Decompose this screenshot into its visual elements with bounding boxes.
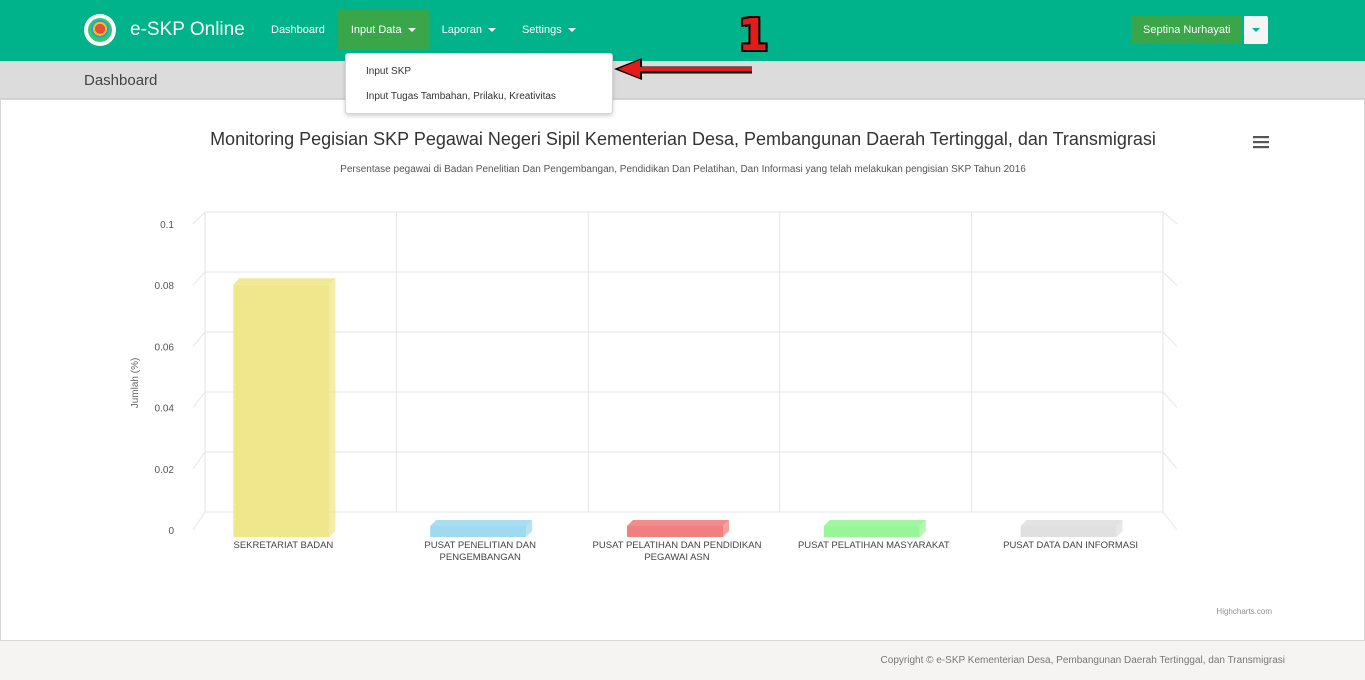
nav-dashboard-label: Dashboard <box>271 24 325 36</box>
app-logo <box>84 14 116 46</box>
caret-down-icon <box>487 28 496 33</box>
chart-title: Monitoring Pegisian SKP Pegawai Negeri S… <box>210 129 1156 149</box>
nav-input-data[interactable]: Input Data <box>337 10 429 50</box>
user-dropdown-toggle[interactable] <box>1244 16 1269 44</box>
bar-top <box>233 278 336 285</box>
y-axis-title: Jumlah (%) <box>130 358 141 409</box>
bar-top <box>627 520 729 526</box>
x-tick-label: PUSAT PELATIHAN DAN PENDIDIKAN <box>593 540 762 551</box>
bar-5[interactable] <box>1020 520 1123 537</box>
grid-line <box>192 211 206 225</box>
x-tick-label: SEKRETARIAT BADAN <box>234 540 334 551</box>
x-tick-label: PENGEMBANGAN <box>440 552 521 563</box>
bar-front <box>627 526 723 537</box>
y-tick-label: 0.04 <box>155 404 175 415</box>
grid-line <box>192 391 206 408</box>
grid-line <box>1162 271 1178 286</box>
bar-front <box>430 526 527 537</box>
input-data-dropdown-menu: Input SKP Input Tugas Tambahan, Prilaku,… <box>345 53 613 114</box>
nav-settings-label: Settings <box>521 24 562 36</box>
grid-line <box>1162 331 1178 347</box>
grid-line <box>192 511 206 531</box>
caret-down-icon <box>567 28 576 33</box>
top-navbar: e-SKP Online Dashboard Input Data Lapora… <box>0 0 1365 61</box>
nav-laporan-label: Laporan <box>441 24 482 36</box>
bar-top <box>1020 520 1123 526</box>
y-tick-label: 0.02 <box>155 465 175 476</box>
annotation-arrow-icon <box>614 58 752 80</box>
user-menu: Septina Nurhayati <box>1131 16 1269 44</box>
chart-menu-icon[interactable] <box>1253 136 1269 149</box>
menu-item-input-skp[interactable]: Input SKP <box>366 66 411 77</box>
grid-line <box>1162 391 1178 408</box>
chart-subtitle: Persentase pegawai di Badan Penelitian D… <box>340 164 1026 175</box>
bar-3[interactable] <box>627 520 729 537</box>
bar-1[interactable] <box>233 278 336 537</box>
nav-settings[interactable]: Settings <box>509 10 589 50</box>
grid-line <box>192 331 206 347</box>
y-tick-label: 0.1 <box>160 220 174 231</box>
grid-line <box>192 451 206 470</box>
bar-chart: 0 0.02 0.04 0.06 0.08 0.1 SEKRETARIAT BADAN PUS… <box>130 129 1272 616</box>
main-nav: Dashboard Input Data Laporan Settings <box>258 10 589 50</box>
nav-dashboard[interactable]: Dashboard <box>258 10 338 50</box>
bar-front <box>1020 526 1117 537</box>
chart-credits[interactable]: Highcharts.com <box>1216 607 1272 616</box>
grid-line <box>1162 511 1178 531</box>
bar-2[interactable] <box>430 520 533 537</box>
page-title: Dashboard <box>84 72 158 89</box>
nav-input-data-label: Input Data <box>350 24 402 36</box>
grid-line <box>1162 211 1178 225</box>
bar-front <box>233 284 330 537</box>
bar-front <box>823 526 920 537</box>
bar-side <box>329 278 336 537</box>
y-tick-label: 0.08 <box>155 281 175 292</box>
footer-copyright: Copyright © e-SKP Kementerian Desa, Pemb… <box>880 655 1285 666</box>
bar-top <box>430 520 533 526</box>
x-tick-label: PUSAT PENELITIAN DAN <box>424 540 536 551</box>
grid-line <box>1162 451 1178 470</box>
nav-laporan[interactable]: Laporan <box>429 10 509 50</box>
bar-top <box>823 520 926 526</box>
brand-title: e-SKP Online <box>130 19 245 40</box>
annotation-number: 1 <box>738 10 769 61</box>
x-tick-label: PUSAT DATA DAN INFORMASI <box>1003 540 1138 551</box>
bar-4[interactable] <box>823 520 926 537</box>
y-tick-label: 0 <box>168 526 174 537</box>
user-name-button[interactable]: Septina Nurhayati <box>1131 16 1243 44</box>
brand[interactable]: e-SKP Online <box>84 13 245 47</box>
grid-line <box>192 271 206 286</box>
y-tick-label: 0.06 <box>155 342 175 353</box>
chart-container: 0 0.02 0.04 0.06 0.08 0.1 SEKRETARIAT BADAN PUS… <box>82 120 1284 620</box>
x-tick-label: PUSAT PELATIHAN MASYARAKAT <box>798 540 950 551</box>
caret-down-icon <box>407 28 416 33</box>
x-tick-label: PEGAWAI ASN <box>644 552 709 563</box>
menu-item-input-tugas-tambahan[interactable]: Input Tugas Tambahan, Prilaku, Kreativit… <box>366 91 556 102</box>
